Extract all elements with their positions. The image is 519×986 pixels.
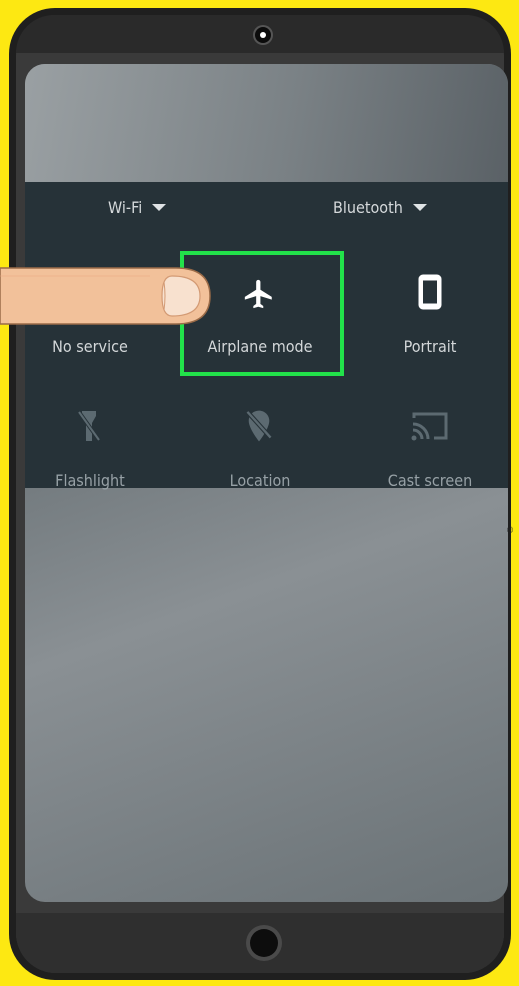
tile-flashlight[interactable]: Flashlight bbox=[15, 471, 165, 490]
registered-mark: ® bbox=[506, 526, 515, 536]
tile-no-service[interactable]: No service bbox=[15, 337, 165, 356]
chevron-down-icon bbox=[152, 204, 167, 211]
wifi-dropdown[interactable]: Wi-Fi bbox=[108, 198, 167, 217]
location-off-icon[interactable] bbox=[243, 408, 275, 444]
screen-dimmed-area bbox=[25, 64, 508, 182]
finger-pointer-icon bbox=[0, 267, 211, 325]
tile-portrait[interactable]: Portrait bbox=[355, 337, 505, 356]
chevron-down-icon bbox=[412, 204, 427, 211]
bluetooth-label: Bluetooth bbox=[333, 198, 403, 217]
flashlight-off-icon[interactable] bbox=[76, 408, 102, 444]
wifi-label: Wi-Fi bbox=[108, 198, 143, 217]
tile-location[interactable]: Location bbox=[185, 471, 335, 490]
phone-portrait-icon[interactable] bbox=[418, 274, 442, 310]
tile-cast-screen[interactable]: Cast screen bbox=[355, 471, 505, 490]
bluetooth-dropdown[interactable]: Bluetooth bbox=[333, 198, 427, 217]
cast-icon[interactable] bbox=[410, 410, 450, 442]
home-button[interactable] bbox=[250, 929, 278, 957]
front-camera-icon bbox=[255, 27, 271, 43]
